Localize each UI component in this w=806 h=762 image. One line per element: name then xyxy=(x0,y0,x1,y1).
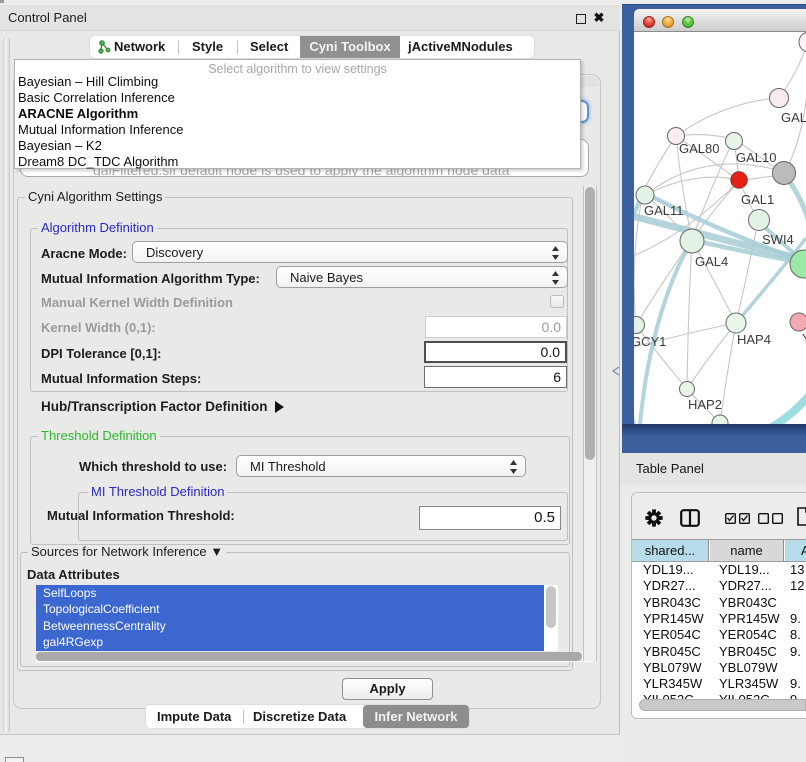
svg-text:GAL10: GAL10 xyxy=(736,150,776,165)
svg-text:GAL80: GAL80 xyxy=(679,141,719,156)
svg-text:HAP2: HAP2 xyxy=(688,397,722,412)
svg-text:GAL1: GAL1 xyxy=(741,192,774,207)
svg-text:Y: Y xyxy=(802,331,806,346)
svg-text:HAP4: HAP4 xyxy=(737,332,771,347)
svg-text:GAL2: GAL2 xyxy=(781,110,806,125)
svg-text:GAL11: GAL11 xyxy=(644,203,684,218)
svg-text:GAL4: GAL4 xyxy=(695,254,728,269)
svg-text:SWI4: SWI4 xyxy=(762,232,794,247)
svg-text:GCY1: GCY1 xyxy=(634,334,666,349)
